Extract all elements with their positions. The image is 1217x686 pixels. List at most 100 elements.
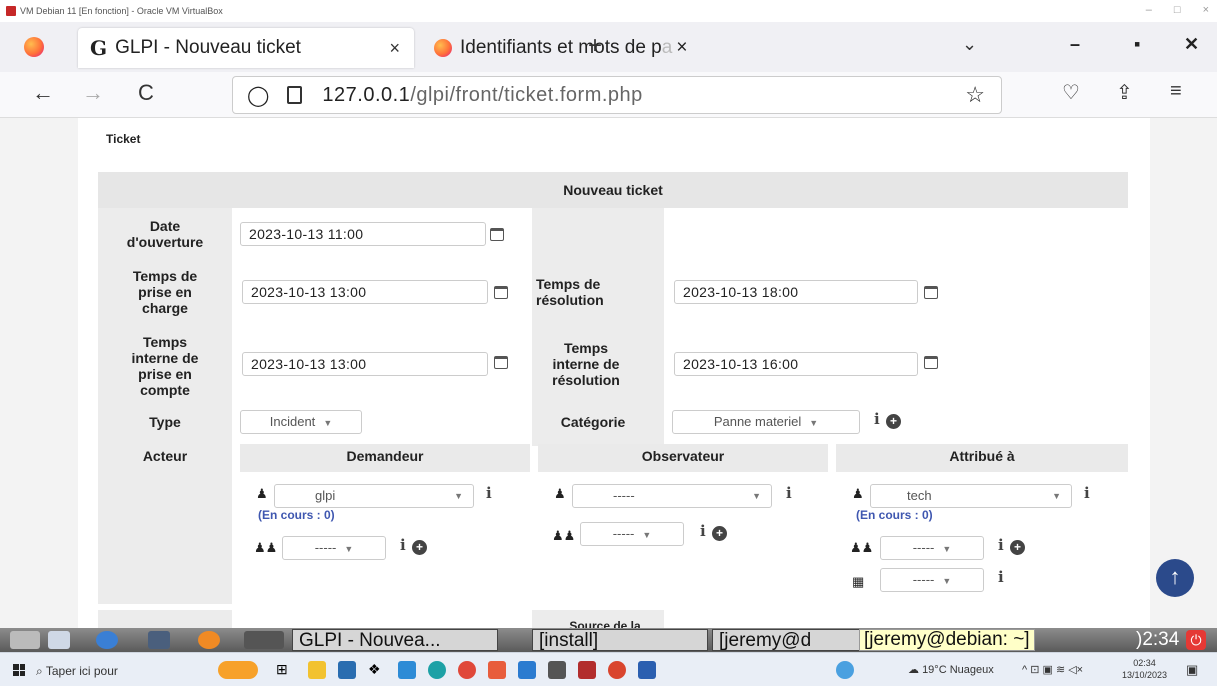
info-icon[interactable]: i xyxy=(998,568,1004,586)
task-terminal[interactable]: [jeremy@d xyxy=(712,629,860,651)
mail-icon[interactable] xyxy=(338,661,356,679)
list-all-tabs-icon[interactable]: ⌄ xyxy=(962,34,977,55)
add-plus-icon[interactable]: + xyxy=(712,526,727,541)
calendar-icon[interactable] xyxy=(924,286,938,299)
app-blue-icon[interactable] xyxy=(836,661,854,679)
tracking-shield-icon[interactable]: ◯ xyxy=(247,83,269,108)
reload-icon[interactable]: C xyxy=(138,80,154,106)
forward-arrow-icon[interactable]: → xyxy=(82,80,104,106)
task-view-icon[interactable]: ⊞ xyxy=(276,661,294,679)
dropbox-icon[interactable]: ❖ xyxy=(368,661,386,679)
bookmark-star-icon[interactable]: ☆ xyxy=(965,82,985,108)
chevron-down-icon: ▼ xyxy=(454,491,463,501)
info-icon[interactable]: i xyxy=(700,522,706,540)
attribue-header: Attribué à xyxy=(836,444,1128,472)
browser-close-button[interactable]: ✕ xyxy=(1184,34,1199,55)
info-icon[interactable]: i xyxy=(486,484,492,502)
observateur-user-select[interactable]: ----- ▼ xyxy=(572,484,772,508)
new-tab-button[interactable]: + xyxy=(588,32,602,60)
calendar-icon[interactable] xyxy=(494,356,508,369)
temps-interne-resolution-field[interactable]: 2023-10-13 16:00 xyxy=(674,352,918,376)
attribue-encours[interactable]: (En cours : 0) xyxy=(856,508,933,522)
vscode-icon[interactable] xyxy=(518,661,536,679)
demandeur-encours[interactable]: (En cours : 0) xyxy=(258,508,335,522)
task-install[interactable]: [install] xyxy=(532,629,708,651)
temps-prise-en-charge-field[interactable]: 2023-10-13 13:00 xyxy=(242,280,488,304)
supplier-briefcase-icon: ▦ xyxy=(852,574,865,589)
attribue-user-select[interactable]: tech ▼ xyxy=(870,484,1072,508)
desktop-icon[interactable] xyxy=(48,631,70,649)
tab-close-icon[interactable]: × xyxy=(676,37,687,59)
info-icon[interactable]: i xyxy=(874,410,880,428)
search-highlight-icon[interactable] xyxy=(218,661,258,679)
calendar-icon[interactable] xyxy=(924,356,938,369)
chevron-down-icon: ▼ xyxy=(942,576,952,586)
breadcrumb[interactable]: Ticket xyxy=(106,132,140,146)
app-icon[interactable] xyxy=(548,661,566,679)
app-menu-icon[interactable]: ≡ xyxy=(1170,80,1182,103)
browser-minimize-button[interactable]: – xyxy=(1070,34,1080,55)
vbox-titlebar: VM Debian 11 [En fonction] - Oracle VM V… xyxy=(0,0,1217,22)
power-icon[interactable]: ⏻ xyxy=(1186,630,1206,650)
tab-identifiants[interactable]: Identifiants et mots de p a × xyxy=(430,28,775,68)
chrome-icon[interactable] xyxy=(458,661,476,679)
observateur-group-select[interactable]: ----- ▼ xyxy=(580,522,684,546)
workspace-icon[interactable] xyxy=(244,631,284,649)
demandeur-group-select[interactable]: ----- ▼ xyxy=(282,536,386,560)
lxde-menu-icon[interactable] xyxy=(10,631,40,649)
vbox-minimize-button[interactable]: – xyxy=(1146,4,1152,16)
type-select[interactable]: Incident ▼ xyxy=(240,410,362,434)
label-column-right xyxy=(532,208,664,446)
file-explorer-icon[interactable] xyxy=(308,661,326,679)
windows-start-icon[interactable] xyxy=(13,664,25,676)
attribue-supplier-select[interactable]: ----- ▼ xyxy=(880,568,984,592)
file-manager-icon[interactable] xyxy=(148,631,170,649)
demandeur-user-select[interactable]: glpi ▼ xyxy=(274,484,474,508)
task-glpi[interactable]: GLPI - Nouvea... xyxy=(292,629,498,651)
info-icon[interactable]: i xyxy=(998,536,1004,554)
firefox-launcher-icon[interactable] xyxy=(198,631,220,649)
lxde-clock[interactable]: )2:34 xyxy=(1136,628,1179,652)
notification-icon[interactable]: ▣ xyxy=(1186,661,1198,679)
vbox-close-button[interactable]: × xyxy=(1203,4,1209,16)
add-plus-icon[interactable]: + xyxy=(886,414,901,429)
app-red-icon[interactable] xyxy=(608,661,626,679)
info-icon[interactable]: i xyxy=(786,484,792,502)
tab-close-icon[interactable]: × xyxy=(389,38,400,59)
add-plus-icon[interactable]: + xyxy=(1010,540,1025,555)
url-bar[interactable]: ◯ 127.0.0.1 /glpi/front/ticket.form.php … xyxy=(232,76,1002,114)
office-icon[interactable] xyxy=(488,661,506,679)
date-ouverture-field[interactable]: 2023-10-13 11:00 xyxy=(240,222,486,246)
weather-widget[interactable]: ☁ 19°C Nuageux xyxy=(908,661,994,679)
demandeur-header: Demandeur xyxy=(240,444,530,472)
system-tray-icons[interactable]: ^ ⊡ ▣ ≋ ◁× xyxy=(1022,661,1083,679)
group-icon: ♟♟ xyxy=(552,528,576,543)
virtualbox-taskbar-icon[interactable] xyxy=(578,661,596,679)
tab-glpi-new-ticket[interactable]: G GLPI - Nouveau ticket × xyxy=(78,28,414,68)
attribue-group-select[interactable]: ----- ▼ xyxy=(880,536,984,560)
windows-search-box[interactable]: ⌕ Taper ici pour xyxy=(36,660,118,682)
calendar-icon[interactable] xyxy=(490,228,504,241)
temps-resolution-field[interactable]: 2023-10-13 18:00 xyxy=(674,280,918,304)
add-plus-icon[interactable]: + xyxy=(412,540,427,555)
temps-interne-prise-field[interactable]: 2023-10-13 13:00 xyxy=(242,352,488,376)
categorie-select[interactable]: Panne materiel ▼ xyxy=(672,410,860,434)
info-icon[interactable]: i xyxy=(1084,484,1090,502)
word-icon[interactable] xyxy=(638,661,656,679)
edge-icon[interactable] xyxy=(428,661,446,679)
network-icon[interactable] xyxy=(96,631,118,649)
windows-clock[interactable]: 02:34 13/10/2023 xyxy=(1122,657,1167,681)
app-s-icon[interactable] xyxy=(398,661,416,679)
scroll-to-top-button[interactable]: ↑ xyxy=(1156,559,1194,597)
user-icon: ♟ xyxy=(256,486,268,501)
page-info-icon[interactable] xyxy=(287,86,303,104)
vbox-maximize-button[interactable]: □ xyxy=(1174,4,1181,16)
pocket-icon[interactable]: ♡ xyxy=(1062,80,1080,105)
extensions-icon[interactable]: ⇪ xyxy=(1116,80,1133,105)
browser-maximize-button[interactable]: ▪ xyxy=(1134,34,1140,55)
calendar-icon[interactable] xyxy=(494,286,508,299)
info-icon[interactable]: i xyxy=(400,536,406,554)
firefox-icon[interactable] xyxy=(24,37,44,57)
back-arrow-icon[interactable]: ← xyxy=(32,80,54,106)
tooltip-terminal: [jeremy@debian: ~] xyxy=(859,629,1035,651)
